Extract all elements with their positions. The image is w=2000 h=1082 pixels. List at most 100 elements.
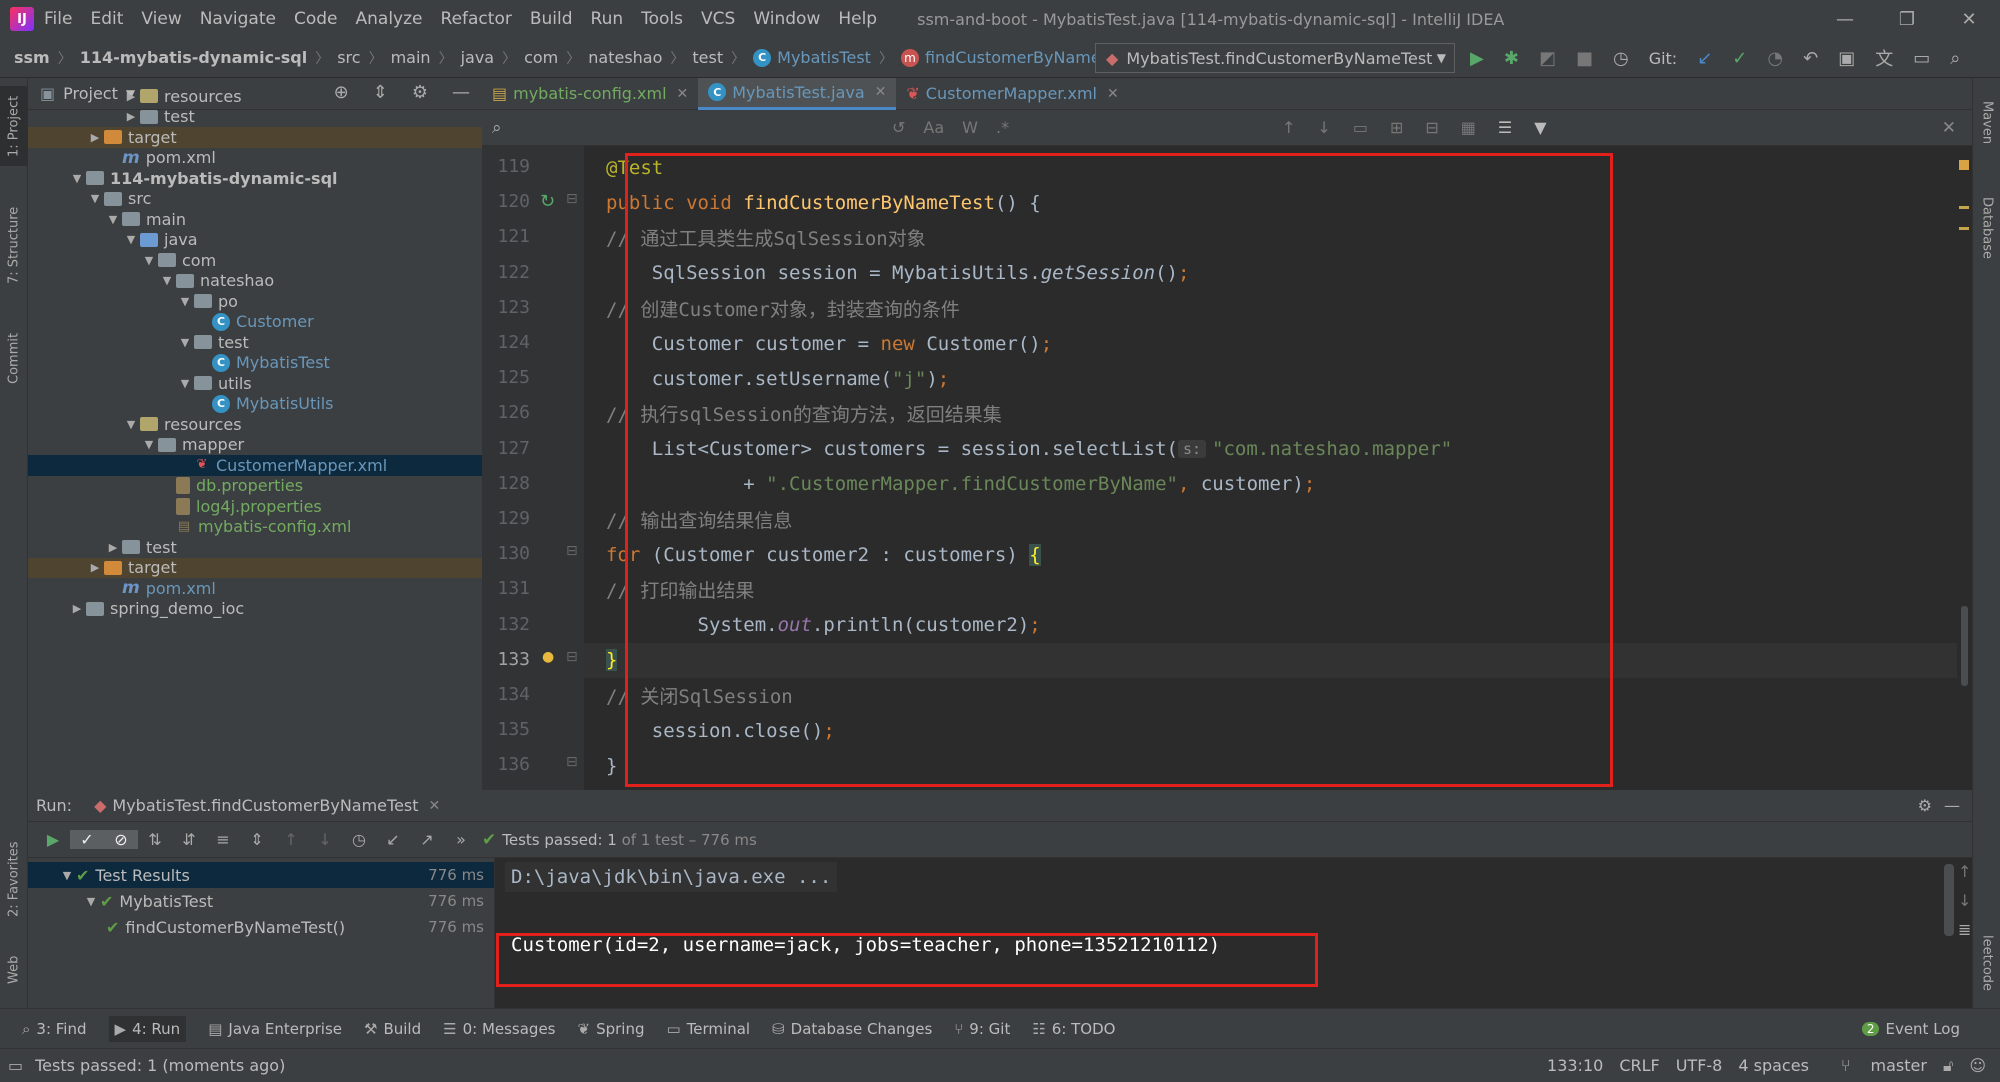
breadcrumb-item[interactable]: java <box>461 48 495 67</box>
minimize-icon[interactable]: — <box>1814 0 1876 38</box>
export-icon[interactable]: ↗ <box>410 830 444 849</box>
fold-marker-icon[interactable]: ⊟ <box>566 754 578 770</box>
chevron-down-icon[interactable]: ▼ <box>82 895 100 908</box>
event-log-button[interactable]: 2 Event Log <box>1861 1020 1960 1038</box>
search-everywhere-icon[interactable]: ⌕ <box>1950 48 1960 69</box>
soft-wrap-icon[interactable]: ≣ <box>1958 920 1978 939</box>
tree-row-customer[interactable]: C Customer <box>28 312 482 333</box>
tree-row-mybatisutils[interactable]: C MybatisUtils <box>28 394 482 415</box>
chevron-right-icon[interactable]: ▶ <box>68 602 86 615</box>
chevron-down-icon[interactable]: ▼ <box>68 172 86 185</box>
tab-mybatistest-java[interactable]: C MybatisTest.java ✕ <box>698 77 897 110</box>
menu-item-edit[interactable]: Edit <box>90 9 123 29</box>
menu-item-help[interactable]: Help <box>838 9 877 29</box>
expand-all-icon[interactable]: ≡ <box>206 830 240 849</box>
match-case-toggle[interactable]: Aa <box>923 118 944 137</box>
tab-mybatis-config-xml[interactable]: ▤ mybatis-config.xml ✕ <box>482 78 698 110</box>
chevron-down-icon[interactable]: ▼ <box>122 233 140 246</box>
tool-0-messages[interactable]: ☰ 0: Messages <box>443 1020 555 1038</box>
tool-terminal[interactable]: ▭ Terminal <box>667 1020 751 1038</box>
menu-item-analyze[interactable]: Analyze <box>356 9 423 29</box>
sort-duration-icon[interactable]: ⇵ <box>172 830 206 849</box>
menu-item-tools[interactable]: Tools <box>641 9 683 29</box>
tab-commit[interactable]: Commit <box>0 318 28 398</box>
tree-row-nateshao[interactable]: ▼ nateshao <box>28 271 482 292</box>
close-tab-icon[interactable]: ✕ <box>875 84 887 100</box>
tree-row-test[interactable]: ▶ test <box>28 537 482 558</box>
fold-marker-icon[interactable]: ⊟ <box>566 649 578 665</box>
whole-words-toggle[interactable]: W <box>962 118 978 137</box>
breadcrumb-item[interactable]: com <box>524 48 558 67</box>
close-tab-icon[interactable]: ✕ <box>1107 86 1119 102</box>
arrow-up-icon[interactable]: ↑ <box>1282 118 1295 137</box>
undo-icon[interactable]: ↺ <box>892 118 905 137</box>
tree-row-pom-xml[interactable]: m pom.xml <box>28 148 482 169</box>
profiler-icon[interactable]: ◷ <box>1613 48 1629 69</box>
tab-project[interactable]: 1: Project <box>0 86 28 166</box>
coverage-icon[interactable]: ◩ <box>1539 48 1556 69</box>
warning-marker[interactable] <box>1959 160 1969 170</box>
editor-scrollbar[interactable] <box>1957 146 1972 790</box>
menu-item-navigate[interactable]: Navigate <box>200 9 276 29</box>
rollback-icon[interactable]: ↶ <box>1803 48 1818 69</box>
import-icon[interactable]: ↙ <box>376 830 410 849</box>
tree-row-pom-xml[interactable]: m pom.xml <box>28 578 482 599</box>
tree-row-resources[interactable]: ▼ resources <box>28 414 482 435</box>
test-tree-row[interactable]: ▼ ✔ MybatisTest 776 ms <box>28 888 494 914</box>
rerun-icon[interactable]: ▶ <box>36 830 70 849</box>
tree-row-resources[interactable]: ▶ resources <box>28 86 482 107</box>
git-branch[interactable]: ⑂ master <box>1825 1056 1927 1076</box>
inspector-icon[interactable]: ☺ <box>1969 1056 1986 1076</box>
menu-item-view[interactable]: View <box>141 9 181 29</box>
tree-row-main[interactable]: ▼ main <box>28 209 482 230</box>
menu-item-refactor[interactable]: Refactor <box>441 9 512 29</box>
hide-icon[interactable]: — <box>1944 796 1960 815</box>
search-icon[interactable]: ⌕ <box>492 118 502 138</box>
menu-item-code[interactable]: Code <box>294 9 338 29</box>
breadcrumb-item[interactable]: main <box>391 48 431 67</box>
tree-row-java[interactable]: ▼ java <box>28 230 482 251</box>
tree-row-po[interactable]: ▼ po <box>28 291 482 312</box>
git-commit-icon[interactable]: ✓ <box>1732 48 1747 69</box>
translate-icon[interactable]: 文 <box>1875 45 1893 71</box>
run-icon[interactable]: ▶ <box>1470 48 1484 69</box>
tree-row-114-mybatis-dynamic-sql[interactable]: ▼ 114-mybatis-dynamic-sql <box>28 168 482 189</box>
remove-occurrence-icon[interactable]: ⊟ <box>1425 118 1438 137</box>
select-all-icon[interactable]: ▭ <box>1353 118 1368 137</box>
tree-row-com[interactable]: ▼ com <box>28 250 482 271</box>
tree-row-spring-demo-ioc[interactable]: ▶ spring_demo_ioc <box>28 599 482 620</box>
tool-database-changes[interactable]: ⛁ Database Changes <box>772 1020 932 1038</box>
run-tab-label[interactable]: MybatisTest.findCustomerByNameTest <box>112 796 418 815</box>
chevron-right-icon[interactable]: ▶ <box>122 90 140 103</box>
chevron-down-icon[interactable]: ▼ <box>176 377 194 390</box>
arrow-down-icon[interactable]: ↓ <box>1317 118 1330 137</box>
menu-item-run[interactable]: Run <box>591 9 624 29</box>
tree-row-log4j-properties[interactable]: log4j.properties <box>28 496 482 517</box>
tab-structure[interactable]: 7: Structure <box>0 190 28 300</box>
intention-bulb-icon[interactable]: ● <box>542 649 554 665</box>
run-test-icon[interactable]: ↻ <box>540 191 555 212</box>
error-marker[interactable] <box>1959 206 1969 230</box>
breadcrumb-item[interactable]: test <box>692 48 723 67</box>
chevron-down-icon[interactable]: ▼ <box>122 418 140 431</box>
tree-row-test[interactable]: ▼ test <box>28 332 482 353</box>
restore-icon[interactable]: ❐ <box>1876 0 1938 38</box>
menu-item-window[interactable]: Window <box>753 9 820 29</box>
tab-database[interactable]: Database <box>1973 178 2000 278</box>
test-tree-row[interactable]: ▼ ✔ Test Results 776 ms <box>28 862 494 888</box>
git-update-icon[interactable]: ↙ <box>1697 48 1712 69</box>
tree-row-src[interactable]: ▼ src <box>28 189 482 210</box>
debug-icon[interactable]: ✱ <box>1504 48 1519 69</box>
tree-row-mybatis-config-xml[interactable]: ▤ mybatis-config.xml <box>28 517 482 538</box>
gear-icon[interactable]: ⚙ <box>1918 796 1932 815</box>
tree-row-mapper[interactable]: ▼ mapper <box>28 435 482 456</box>
fold-marker-icon[interactable]: ⊟ <box>566 191 578 207</box>
arrow-down-icon[interactable]: ↓ <box>308 830 342 849</box>
select-occurrences-icon[interactable]: ▦ <box>1461 118 1476 137</box>
layout-icon[interactable]: ▭ <box>8 1056 23 1075</box>
add-occurrence-icon[interactable]: ⊞ <box>1390 118 1403 137</box>
history-icon[interactable]: ◔ <box>1767 48 1783 69</box>
close-tab-icon[interactable]: ✕ <box>429 798 441 814</box>
regex-toggle[interactable]: .* <box>996 118 1009 137</box>
breadcrumb-item[interactable]: MybatisTest <box>777 48 871 67</box>
